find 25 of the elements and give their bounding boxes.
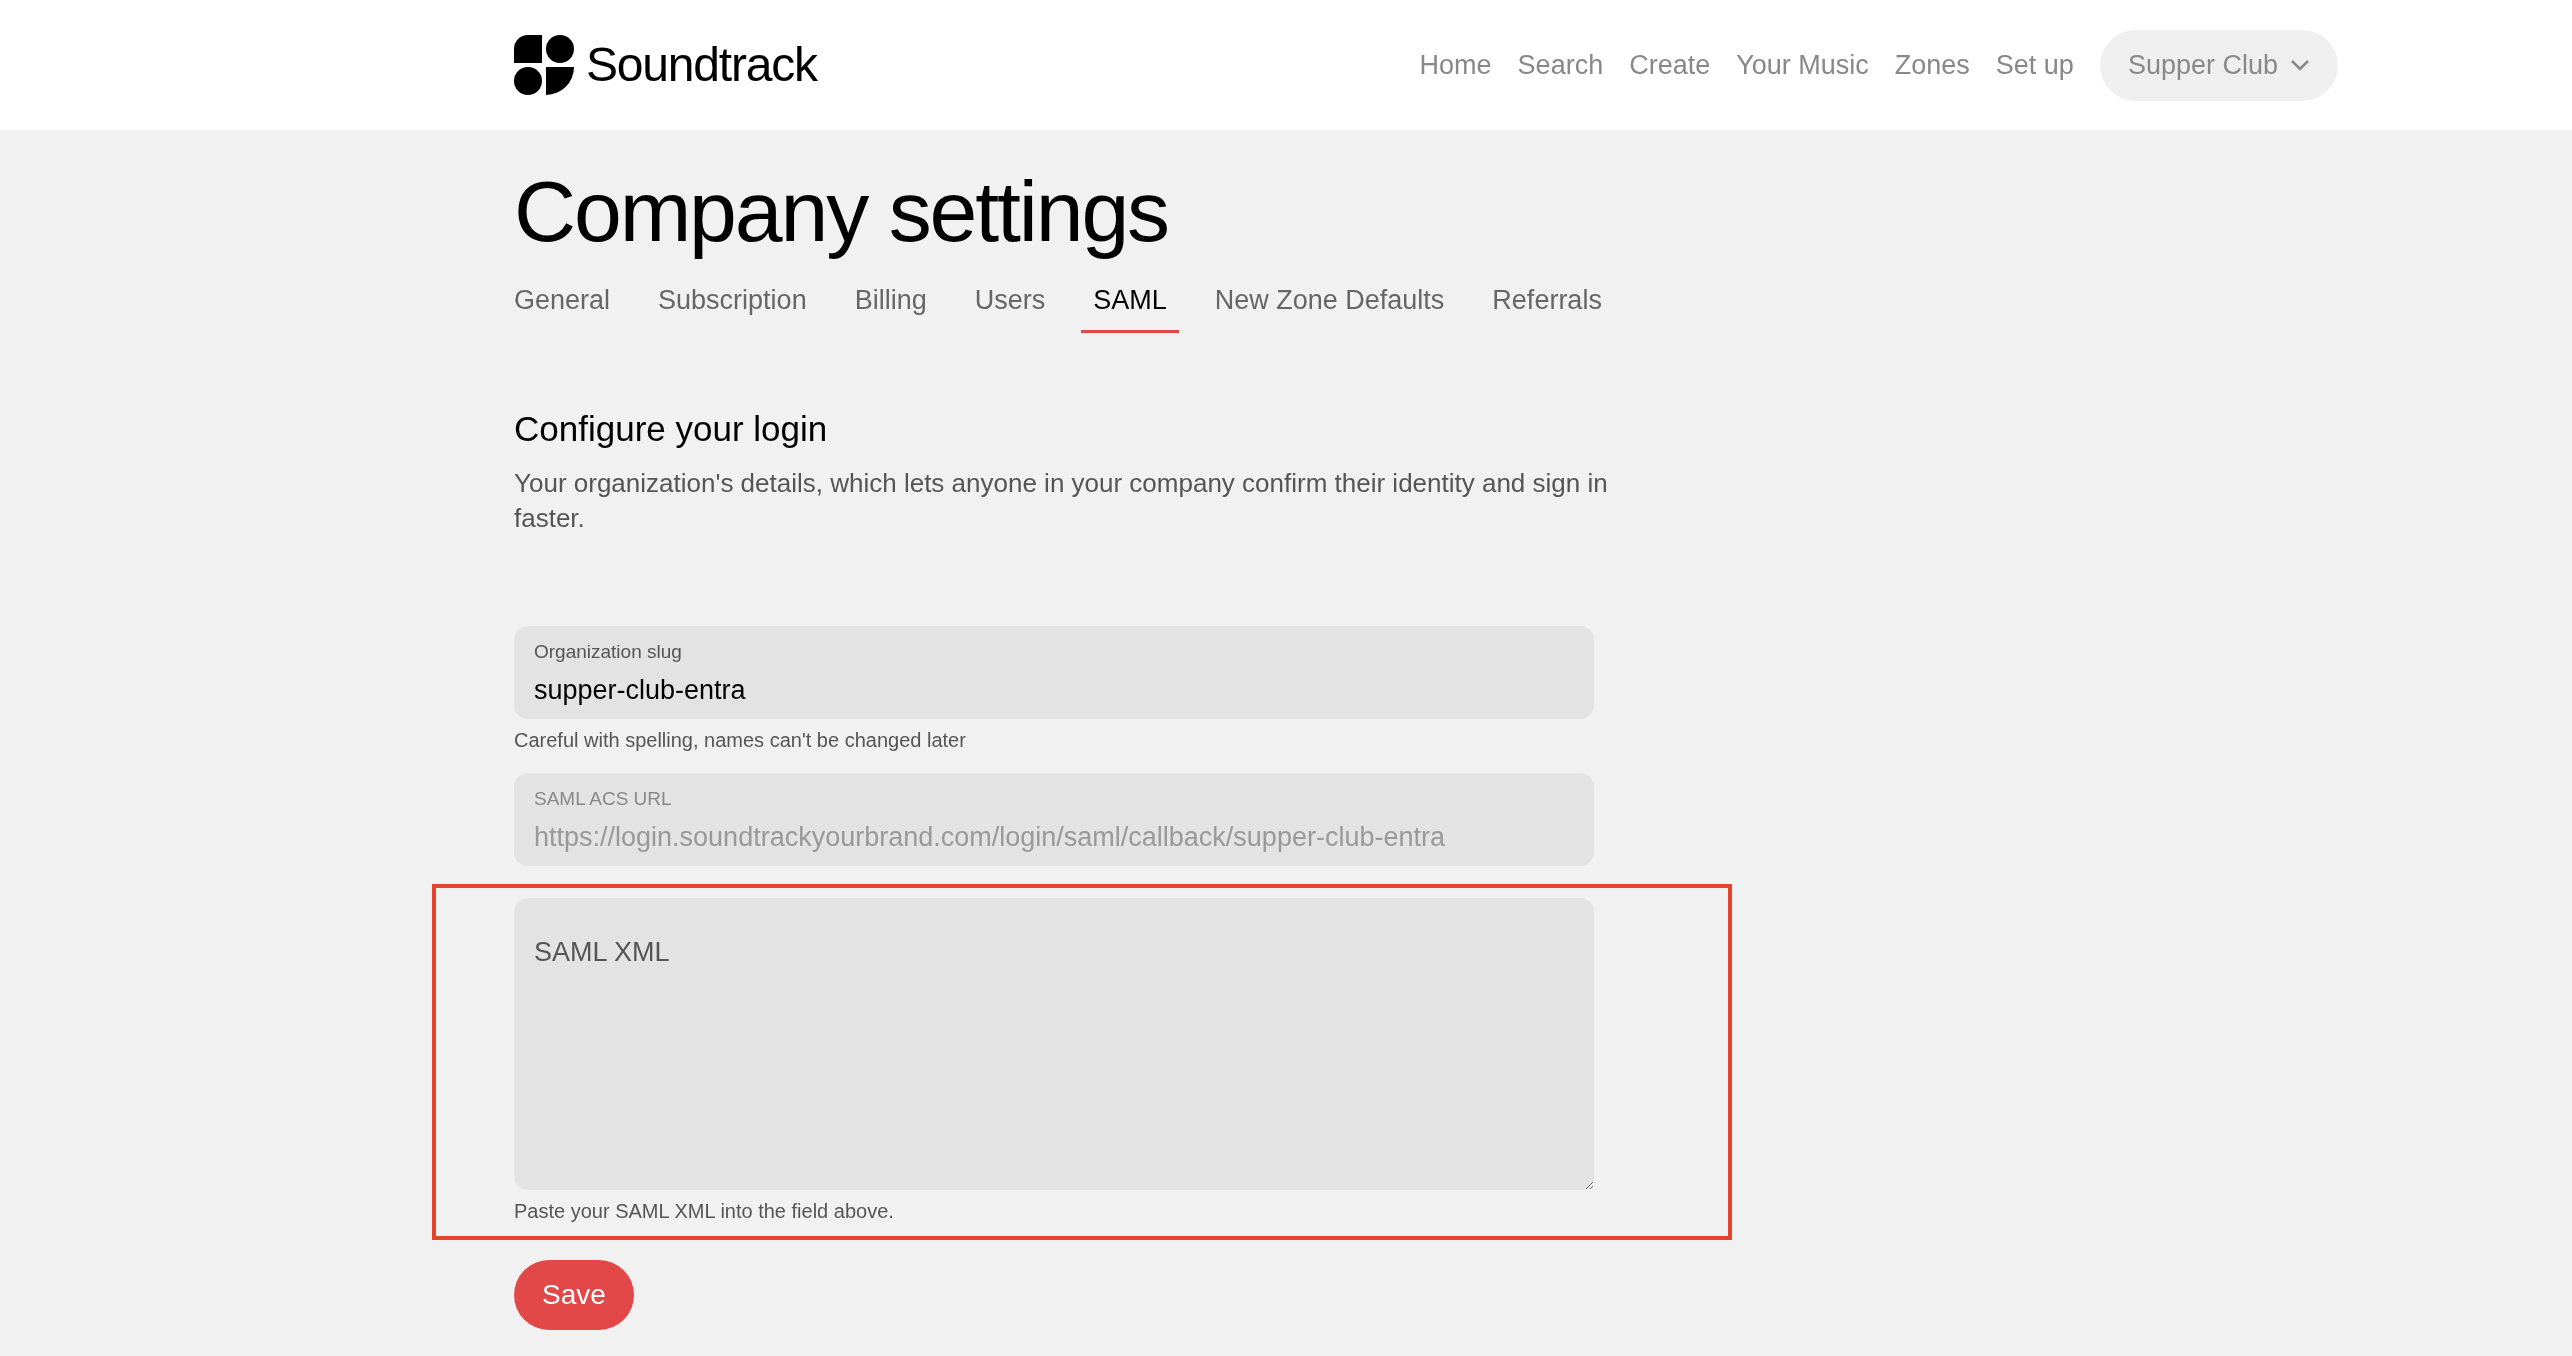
- nav-link[interactable]: Create: [1629, 44, 1711, 86]
- save-button[interactable]: Save: [514, 1259, 634, 1330]
- tab[interactable]: SAML: [1081, 279, 1179, 333]
- account-dropdown[interactable]: Supper Club: [2099, 29, 2338, 101]
- tab[interactable]: Subscription: [658, 279, 807, 333]
- helper-text: Careful with spelling, names can't be changed later: [514, 727, 967, 753]
- nav-link[interactable]: Set up: [1995, 44, 2074, 86]
- section-heading: Configure your login: [514, 408, 829, 450]
- tab[interactable]: Billing: [854, 279, 927, 333]
- page-title: Company settings: [514, 162, 1169, 261]
- tab[interactable]: New Zone Defaults: [1214, 279, 1445, 333]
- logo-text: Soundtrack: [586, 41, 817, 89]
- tab[interactable]: Referrals: [1492, 279, 1602, 333]
- nav-link[interactable]: Zones: [1894, 44, 1970, 86]
- xml-text-area[interactable]: SAML XML: [514, 897, 1594, 1190]
- helper-text: Paste your SAML XML into the field above.: [514, 1198, 895, 1224]
- chevron-down-icon: [2290, 59, 2310, 71]
- input-field[interactable]: Organization slug supper-club-entra: [514, 625, 1594, 719]
- tab[interactable]: General: [514, 279, 611, 333]
- section-description: Your organization's details, which lets anyone in your company confirm their identity and sign in faster.: [514, 466, 1609, 535]
- logo-icon: [514, 35, 574, 95]
- nav-link[interactable]: Search: [1517, 44, 1604, 86]
- nav-link[interactable]: Home: [1419, 44, 1492, 86]
- nav-link[interactable]: Your Music: [1736, 44, 1869, 86]
- tab[interactable]: Users: [974, 279, 1046, 333]
